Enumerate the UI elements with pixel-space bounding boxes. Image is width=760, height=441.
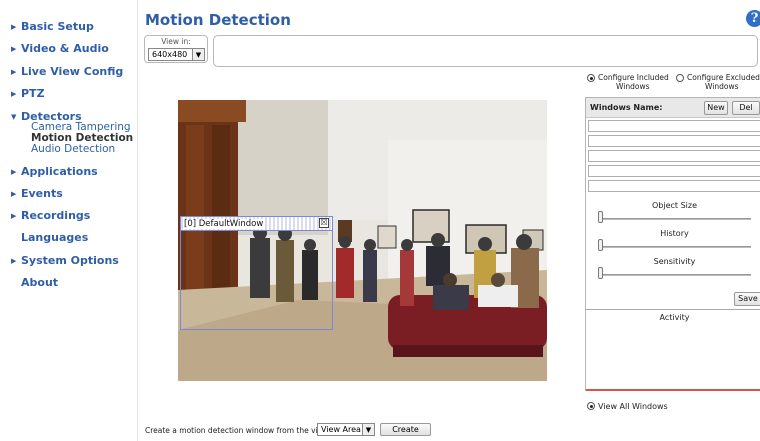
close-icon[interactable]: ☒ (319, 218, 329, 228)
history-slider-track[interactable] (599, 246, 751, 248)
save-button[interactable]: Save (734, 292, 760, 306)
object-size-slider-thumb[interactable] (598, 211, 603, 223)
nav-label: Applications (21, 165, 98, 178)
chevron-right-icon: ▶ (11, 23, 17, 31)
history-label: History (660, 229, 689, 238)
view-in-label: View in: (161, 37, 191, 46)
sensitivity-slider-track[interactable] (599, 274, 751, 276)
help-icon[interactable]: ? (746, 10, 760, 27)
nav-about[interactable]: About (11, 276, 58, 289)
nav-label: About (21, 276, 59, 289)
nav-ptz[interactable]: ▶ PTZ (11, 87, 45, 100)
new-window-button[interactable]: New (704, 101, 728, 115)
window-list-row[interactable] (588, 150, 760, 162)
resolution-value: 640x480 (152, 50, 188, 59)
chevron-right-icon: ▶ (11, 45, 17, 53)
nav-label: Basic Setup (21, 20, 94, 33)
nav-events[interactable]: ▶ Events (11, 187, 63, 200)
nav-label: Recordings (21, 209, 91, 222)
object-size-label: Object Size (651, 201, 698, 210)
nav-languages[interactable]: Languages (11, 231, 88, 244)
nav-live-view-config[interactable]: ▶ Live View Config (11, 65, 123, 78)
windows-name-header: Windows Name: New Del (586, 98, 760, 118)
activity-graph: Activity (586, 309, 760, 391)
radio-button-icon[interactable] (587, 74, 595, 82)
delete-window-button[interactable]: Del (732, 101, 760, 115)
nav-label: Languages (21, 231, 89, 244)
radio-label-line2: Windows (616, 81, 650, 91)
motion-window-label: [0] DefaultWindow (184, 219, 266, 229)
chevron-right-icon: ▶ (11, 68, 17, 76)
window-list-row[interactable] (588, 180, 760, 192)
nav-label: System Options (21, 254, 119, 267)
sensitivity-slider-thumb[interactable] (598, 267, 603, 279)
nav-label: PTZ (21, 87, 45, 100)
nav-video-audio[interactable]: ▶ Video & Audio (11, 42, 109, 55)
motion-window-default[interactable]: [0] DefaultWindow ☒ (180, 216, 333, 330)
radio-configure-included[interactable]: Configure Included Windows (587, 73, 669, 91)
view-area-select[interactable]: View Area 1 ▼ (317, 423, 375, 436)
radio-label-line1: Configure Included (598, 73, 669, 82)
nav-system-options[interactable]: ▶ System Options (11, 254, 119, 267)
nav-basic-setup[interactable]: ▶ Basic Setup (11, 20, 94, 33)
radio-label-line2: Windows (705, 81, 739, 91)
window-list-row[interactable] (588, 120, 760, 132)
dropdown-arrow-icon[interactable]: ▼ (362, 424, 374, 435)
nav-sub-audio-detection[interactable]: Audio Detection (31, 144, 115, 155)
radio-label: Configure Included Windows (598, 73, 669, 91)
view-all-windows-label: View All Windows (598, 402, 668, 411)
sidebar: ▶ Basic Setup ▶ Video & Audio ▶ Live View C… (0, 0, 138, 441)
create-button[interactable]: Create (380, 423, 431, 436)
radio-button-icon[interactable] (587, 402, 595, 410)
resolution-select[interactable]: 640x480 ▼ (148, 48, 205, 61)
nav-applications[interactable]: ▶ Applications (11, 165, 98, 178)
activity-label: Activity (659, 313, 690, 322)
motion-window-titlebar[interactable]: [0] DefaultWindow ☒ (181, 217, 332, 231)
radio-label: Configure Excluded Windows (687, 73, 760, 91)
sensitivity-label: Sensitivity (653, 257, 696, 266)
chevron-down-icon: ▼ (11, 113, 17, 121)
nav-label: Events (21, 187, 63, 200)
nav-recordings[interactable]: ▶ Recordings (11, 209, 90, 222)
history-slider-thumb[interactable] (598, 239, 603, 251)
activity-level-line (586, 389, 760, 391)
chevron-right-icon: ▶ (11, 90, 17, 98)
chevron-right-icon: ▶ (11, 190, 17, 198)
dropdown-arrow-icon[interactable]: ▼ (192, 49, 204, 60)
chevron-right-icon: ▶ (11, 212, 17, 220)
window-list-row[interactable] (588, 165, 760, 177)
chevron-right-icon: ▶ (11, 257, 17, 265)
radio-button-icon[interactable] (676, 74, 684, 82)
object-size-slider-track[interactable] (599, 218, 751, 220)
chevron-right-icon: ▶ (11, 168, 17, 176)
windows-panel: Windows Name: New Del Object Size Histor… (585, 97, 760, 391)
windows-name-label: Windows Name: (590, 103, 663, 112)
radio-label-line1: Configure Excluded (687, 73, 760, 82)
info-box (213, 35, 758, 67)
page-title: Motion Detection (145, 11, 291, 29)
view-all-windows-radio[interactable]: View All Windows (587, 402, 668, 411)
nav-label: Video & Audio (21, 42, 109, 55)
window-list-row[interactable] (588, 135, 760, 147)
radio-configure-excluded[interactable]: Configure Excluded Windows (676, 73, 760, 91)
nav-label: Live View Config (21, 65, 124, 78)
view-in-group: View in: 640x480 ▼ (144, 35, 208, 63)
